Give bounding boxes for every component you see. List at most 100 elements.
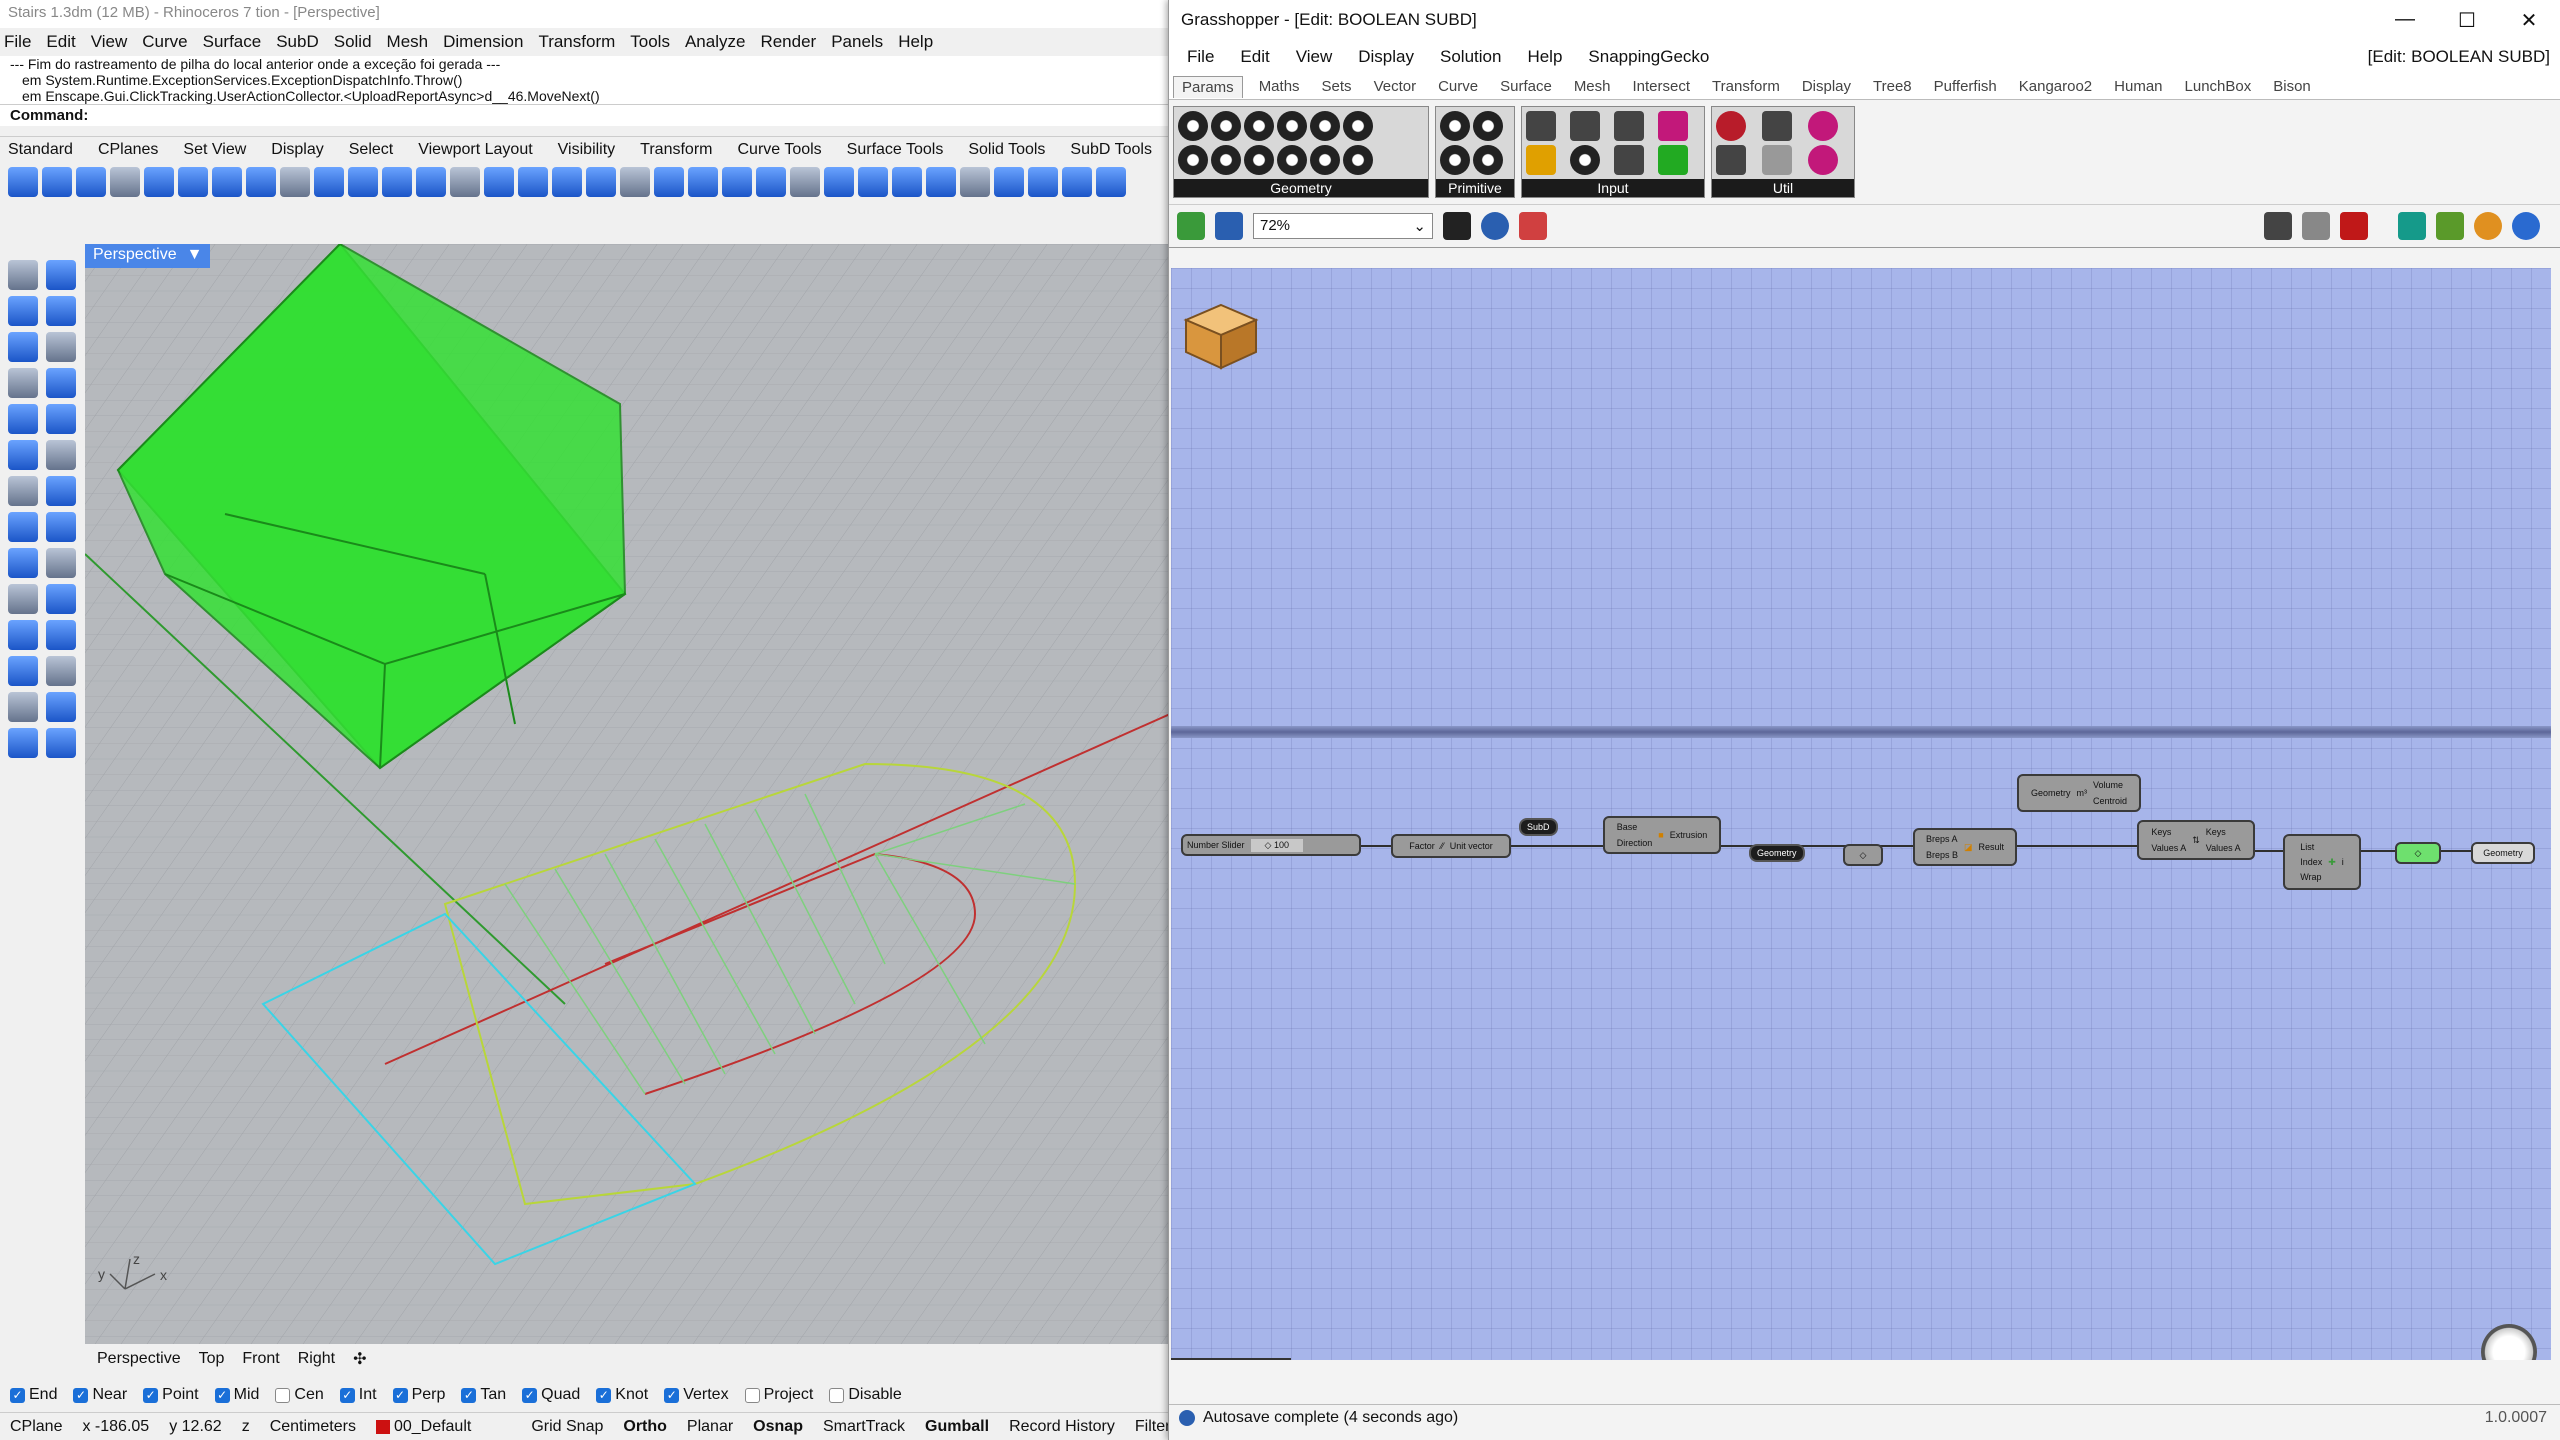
group-geometry-label[interactable]: Geometry <box>1174 179 1428 197</box>
gh-tab-surface[interactable]: Surface <box>1500 78 1552 95</box>
toolbar-tool-icon[interactable] <box>824 167 854 197</box>
toolbar-tool-icon[interactable] <box>8 167 38 197</box>
osnap-disable[interactable]: Disable <box>829 1386 902 1404</box>
volume-output-centroid[interactable]: Centroid <box>2093 796 2127 806</box>
zoom-dropdown[interactable]: 72% ⌄ <box>1253 213 1433 239</box>
geometry-output-param[interactable]: Geometry <box>2471 842 2535 864</box>
menu-edit[interactable]: Edit <box>46 32 75 52</box>
sidebar-tool-icon[interactable] <box>8 728 38 758</box>
menu-curve[interactable]: Curve <box>142 32 187 52</box>
sidebar-tool-icon[interactable] <box>46 512 76 542</box>
sidebar-tool-icon[interactable] <box>46 440 76 470</box>
menu-surface[interactable]: Surface <box>203 32 262 52</box>
sidebar-tool-icon[interactable] <box>8 692 38 722</box>
osnap-tan[interactable]: ✓ Tan <box>461 1386 506 1404</box>
toolbar-tool-icon[interactable] <box>416 167 446 197</box>
gh-tab-mesh[interactable]: Mesh <box>1574 78 1611 95</box>
slider-value[interactable]: ◇ 100 <box>1250 838 1303 852</box>
toolbar-tool-icon[interactable] <box>348 167 378 197</box>
osnap-end[interactable]: ✓ End <box>10 1386 57 1404</box>
sidebar-tool-icon[interactable] <box>8 296 38 326</box>
sidebar-tool-icon[interactable] <box>8 260 38 290</box>
tab-cplanes[interactable]: CPlanes <box>98 141 158 159</box>
unitvec-output[interactable]: Unit vector <box>1450 841 1493 851</box>
item-input-wrap[interactable]: Wrap <box>2300 872 2322 882</box>
geometry-param[interactable]: Geometry <box>1749 844 1805 862</box>
menu-view[interactable]: View <box>91 32 128 52</box>
command-prompt[interactable]: Command: <box>0 104 1170 126</box>
sidebar-tool-icon[interactable] <box>8 584 38 614</box>
sidebar-tool-icon[interactable] <box>8 404 38 434</box>
sidebar-tool-icon[interactable] <box>8 332 38 362</box>
gh-tab-tree8[interactable]: Tree8 <box>1873 78 1912 95</box>
view-tab-front[interactable]: Front <box>242 1350 279 1368</box>
material-icon[interactable] <box>2474 212 2502 240</box>
sort-input-keys[interactable]: Keys <box>2151 827 2186 837</box>
status-gumball[interactable]: Gumball <box>915 1418 999 1436</box>
bool-input-b[interactable]: Breps B <box>1926 850 1958 860</box>
preview-selected-icon[interactable] <box>2398 212 2426 240</box>
menu-solid[interactable]: Solid <box>334 32 372 52</box>
gh-tab-params[interactable]: Params <box>1173 75 1243 98</box>
status-layer[interactable]: 00_Default <box>366 1418 481 1436</box>
item-input-index[interactable]: Index <box>2300 857 2322 867</box>
gh-tab-display[interactable]: Display <box>1802 78 1851 95</box>
toolbar-tool-icon[interactable] <box>756 167 786 197</box>
subd-param[interactable]: SubD <box>1519 818 1558 836</box>
menu-transform[interactable]: Transform <box>538 32 615 52</box>
status-units[interactable]: Centimeters <box>260 1418 366 1436</box>
sidebar-tool-icon[interactable] <box>8 440 38 470</box>
sidebar-tool-icon[interactable] <box>46 332 76 362</box>
toolbar-tool-icon[interactable] <box>722 167 752 197</box>
menu-subd[interactable]: SubD <box>276 32 319 52</box>
gh-tab-maths[interactable]: Maths <box>1259 78 1300 95</box>
toolbar-tool-icon[interactable] <box>620 167 650 197</box>
sketch-brush-icon[interactable] <box>1519 212 1547 240</box>
view-tab-top[interactable]: Top <box>199 1350 225 1368</box>
sidebar-tool-icon[interactable] <box>46 620 76 650</box>
navigation-compass-icon[interactable] <box>2481 1324 2537 1360</box>
gh-tab-transform[interactable]: Transform <box>1712 78 1780 95</box>
menu-render[interactable]: Render <box>760 32 816 52</box>
extrusion-input-direction[interactable]: Direction <box>1617 838 1653 848</box>
view-tab-perspective[interactable]: Perspective <box>97 1350 181 1368</box>
tab-visibility[interactable]: Visibility <box>558 141 616 159</box>
util-icons[interactable] <box>1712 107 1854 179</box>
geometry-icons[interactable] <box>1174 107 1428 179</box>
status-ortho[interactable]: Ortho <box>613 1418 677 1436</box>
viewport-title-tab[interactable]: Perspective ▼ <box>85 244 211 268</box>
wireframe-mode-icon[interactable] <box>2302 212 2330 240</box>
hexagon-param[interactable]: ◇ <box>1843 844 1883 866</box>
status-planar[interactable]: Planar <box>677 1418 743 1436</box>
toolbar-tool-icon[interactable] <box>42 167 72 197</box>
gh-tab-vector[interactable]: Vector <box>1374 78 1417 95</box>
sidebar-tool-icon[interactable] <box>46 404 76 434</box>
toolbar-tool-icon[interactable] <box>178 167 208 197</box>
sidebar-tool-icon[interactable] <box>46 548 76 578</box>
viewport-menu-icon[interactable]: ▼ <box>187 246 203 266</box>
boolean-union-component[interactable]: Breps A Breps B ◪ Result <box>1913 828 2017 866</box>
geometry-preview-param[interactable]: ◇ <box>2395 842 2441 864</box>
tab-surface-tools[interactable]: Surface Tools <box>847 141 944 159</box>
sort-list-component[interactable]: Keys Values A ⇅ Keys Values A <box>2137 820 2255 860</box>
osnap-point[interactable]: ✓ Point <box>143 1386 199 1404</box>
menu-help[interactable]: Help <box>898 32 933 52</box>
unitvec-input[interactable]: Factor <box>1409 841 1435 851</box>
osnap-quad[interactable]: ✓ Quad <box>522 1386 580 1404</box>
list-item-component[interactable]: List Index Wrap ✚ i <box>2283 834 2361 890</box>
toolbar-tool-icon[interactable] <box>926 167 956 197</box>
osnap-project[interactable]: Project <box>744 1386 813 1404</box>
sidebar-tool-icon[interactable] <box>8 548 38 578</box>
close-icon[interactable]: ✕ <box>2498 8 2560 33</box>
tab-select[interactable]: Select <box>349 141 393 159</box>
perspective-viewport[interactable]: y z x Perspective ▼ <box>85 244 1170 1344</box>
gh-tab-bison[interactable]: Bison <box>2273 78 2311 95</box>
toolbar-tool-icon[interactable] <box>688 167 718 197</box>
toolbar-tool-icon[interactable] <box>790 167 820 197</box>
menu-file[interactable]: File <box>4 32 31 52</box>
add-view-icon[interactable]: ✣ <box>353 1349 366 1369</box>
toolbar-tool-icon[interactable] <box>1062 167 1092 197</box>
gh-menu-solution[interactable]: Solution <box>1440 47 1501 67</box>
tab-display[interactable]: Display <box>271 141 323 159</box>
toolbar-tool-icon[interactable] <box>212 167 242 197</box>
